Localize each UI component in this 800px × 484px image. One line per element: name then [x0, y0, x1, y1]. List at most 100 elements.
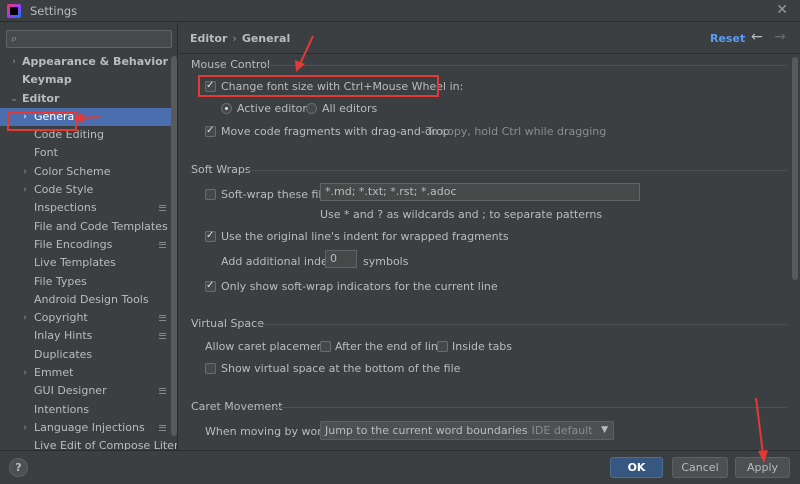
sidebar-item-label: GUI Designer [34, 384, 107, 398]
apply-button[interactable]: Apply [735, 457, 790, 478]
sidebar-item-file-and-code-templates[interactable]: File and Code Templates [0, 218, 177, 236]
sidebar-item-label: Copyright [34, 311, 88, 325]
sidebar-item-label: Intentions [34, 402, 90, 416]
sidebar-item-label: Code Style [34, 183, 94, 197]
section-divider [256, 324, 787, 325]
help-button[interactable]: ? [9, 458, 28, 477]
sidebar-item-keymap[interactable]: Keymap [0, 71, 177, 89]
chevron-down-icon: ▼ [601, 425, 608, 435]
section-title-virtual-space: Virtual Space [191, 317, 264, 330]
sidebar-item-live-edit-of-compose-literals[interactable]: Live Edit of Compose Literals [0, 437, 177, 450]
only-show-checkbox[interactable] [205, 279, 216, 293]
all-editors-label: All editors [322, 102, 378, 115]
settings-content-panel: Editor › General Reset ← → Mouse Control C… [179, 23, 800, 450]
reset-link[interactable]: Reset [710, 32, 745, 45]
show-virtual-label: Show virtual space at the bottom of the … [221, 362, 461, 375]
sidebar-item-color-scheme[interactable]: › Color Scheme [0, 163, 177, 181]
sidebar-item-label: Emmet [34, 366, 74, 380]
patterns-hint: Use * and ? as wildcards and ; to separa… [320, 208, 603, 221]
show-virtual-checkbox[interactable] [205, 363, 216, 374]
content-scrollbar[interactable] [792, 57, 798, 280]
soft-wrap-files-input[interactable]: *.md; *.txt; *.rst; *.adoc [320, 183, 640, 201]
chevron-right-icon[interactable]: › [20, 309, 30, 327]
breadcrumb-current: General [241, 32, 291, 45]
sidebar-item-live-templates[interactable]: Live Templates [0, 254, 177, 272]
sidebar-item-label: Inlay Hints [34, 329, 93, 343]
sidebar-item-label: Language Injections [34, 420, 145, 434]
sidebar-item-intentions[interactable]: Intentions [0, 401, 177, 419]
chevron-right-icon[interactable]: › [20, 419, 30, 437]
chevron-right-icon[interactable]: › [9, 53, 19, 71]
forward-arrow-icon[interactable]: → [774, 29, 786, 45]
active-editor-radio[interactable] [221, 103, 232, 114]
ok-button[interactable]: OK [610, 457, 663, 478]
chevron-right-icon[interactable]: › [20, 364, 30, 382]
change-font-highlight-box [198, 75, 439, 97]
sidebar-item-font[interactable]: Font [0, 144, 177, 162]
moving-by-words-hint: IDE default [531, 424, 593, 437]
project-settings-icon [159, 424, 166, 431]
sidebar-item-label: Color Scheme [34, 164, 111, 178]
search-input[interactable] [27, 32, 167, 46]
content-header: Editor › General Reset ← → [179, 23, 800, 54]
sidebar-item-label: Appearance & Behavior [22, 55, 169, 68]
moving-by-words-value: Jump to the current word boundaries [325, 424, 528, 437]
active-editor-label: Active editor [237, 102, 307, 115]
allow-caret-label: Allow caret placement: [205, 340, 332, 353]
section-divider [273, 407, 787, 408]
inside-tabs-label: Inside tabs [452, 340, 513, 353]
sidebar-item-copyright[interactable]: › Copyright [0, 309, 177, 327]
move-fragments-hint: To copy, hold Ctrl while dragging [426, 125, 607, 138]
move-fragments-checkbox[interactable] [205, 124, 216, 138]
breadcrumb-parent[interactable]: Editor [190, 32, 227, 45]
sidebar-item-label: Inspections [34, 201, 97, 215]
window-title: Settings [30, 4, 78, 18]
sidebar-item-editor[interactable]: ⌄ Editor [0, 90, 177, 108]
sidebar-item-gui-designer[interactable]: GUI Designer [0, 382, 177, 400]
cancel-button[interactable]: Cancel [672, 457, 728, 478]
editor-highlight-box [7, 112, 77, 131]
sidebar-item-label: File Encodings [34, 237, 113, 251]
search-icon: ⌕ [11, 32, 18, 45]
moving-by-words-dropdown[interactable]: Jump to the current word boundaries IDE d… [320, 421, 614, 440]
soft-wrap-files-checkbox[interactable] [205, 189, 216, 200]
sidebar-item-label: Duplicates [34, 347, 93, 361]
intellij-logo-icon [7, 4, 21, 18]
general-settings: Mouse Control Change font size with Ctrl… [179, 55, 798, 450]
original-indent-label: Use the original line's indent for wrapp… [221, 230, 509, 243]
sidebar-item-inlay-hints[interactable]: Inlay Hints [0, 327, 177, 345]
project-settings-icon [159, 333, 166, 340]
sidebar-item-duplicates[interactable]: Duplicates [0, 346, 177, 364]
sidebar-item-android-design-tools[interactable]: Android Design Tools [0, 291, 177, 309]
chevron-right-icon[interactable]: › [20, 181, 30, 199]
symbols-label: symbols [363, 255, 409, 268]
sidebar-item-file-encodings[interactable]: File Encodings [0, 236, 177, 254]
sidebar-item-label: Live Edit of Compose Literals [34, 439, 177, 450]
chevron-down-icon[interactable]: ⌄ [9, 90, 19, 108]
sidebar-item-label: Keymap [22, 73, 72, 87]
sidebar-item-emmet[interactable]: › Emmet [0, 364, 177, 382]
close-icon[interactable]: ✕ [776, 2, 788, 18]
section-title-mouse-control: Mouse Control [191, 58, 270, 71]
settings-search[interactable]: ⌕ [6, 30, 172, 48]
back-arrow-icon[interactable]: ← [751, 29, 763, 45]
sidebar-item-label: Android Design Tools [34, 292, 149, 306]
project-settings-icon [159, 388, 166, 395]
section-title-soft-wraps: Soft Wraps [191, 163, 251, 176]
indent-input[interactable]: 0 [325, 250, 357, 268]
move-fragments-label: Move code fragments with drag-and-drop [221, 125, 450, 138]
sidebar-item-file-types[interactable]: File Types [0, 273, 177, 291]
original-indent-checkbox[interactable] [205, 229, 216, 243]
project-settings-icon [159, 205, 166, 212]
sidebar-item-code-style[interactable]: › Code Style [0, 181, 177, 199]
tree-scrollbar[interactable] [171, 56, 177, 436]
sidebar-item-language-injections[interactable]: › Language Injections [0, 419, 177, 437]
sidebar-item-appearance-behavior[interactable]: › Appearance & Behavior [0, 53, 177, 71]
inside-tabs-checkbox[interactable] [437, 341, 448, 352]
sidebar-item-label: File Types [34, 274, 87, 288]
sidebar-item-inspections[interactable]: Inspections [0, 199, 177, 217]
after-end-checkbox[interactable] [320, 341, 331, 352]
chevron-right-icon[interactable]: › [20, 163, 30, 181]
all-editors-radio[interactable] [306, 103, 317, 114]
title-bar: Settings ✕ [0, 0, 800, 22]
